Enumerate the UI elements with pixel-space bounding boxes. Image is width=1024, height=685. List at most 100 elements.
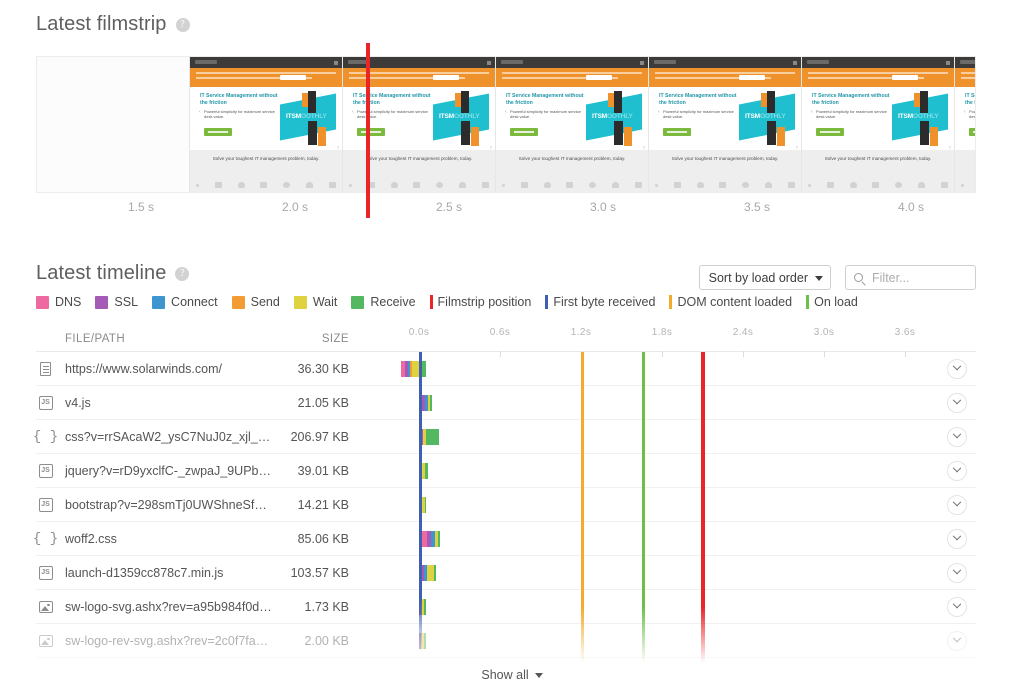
expand-row-button[interactable] bbox=[947, 426, 967, 447]
hero-headline: IT Service Management without the fricti… bbox=[353, 93, 431, 106]
filmstrip-frame[interactable] bbox=[37, 57, 190, 192]
table-header: FILE/PATH SIZE 0.0s 0.6s 1.2s 1.8s 2.4s 3.0s 3… bbox=[36, 326, 976, 357]
filmstrip-frame[interactable]: IT Service Management without the fricti… bbox=[649, 57, 802, 192]
legend-item: DOM content loaded bbox=[669, 295, 792, 309]
search-icon bbox=[854, 273, 863, 282]
expand-row-button[interactable] bbox=[947, 630, 967, 651]
legend-swatch bbox=[669, 295, 673, 309]
show-all-button[interactable]: Show all bbox=[0, 668, 1024, 682]
site-lower-section: Solve your toughest IT management proble… bbox=[496, 150, 648, 192]
filmstrip-axis-tick: 2.5 s bbox=[435, 200, 463, 214]
site-tagline: Solve your toughest IT management proble… bbox=[824, 156, 932, 161]
file-size-cell: 2.00 KB bbox=[304, 633, 349, 648]
waterfall-bar[interactable] bbox=[419, 395, 432, 411]
waterfall-bar[interactable] bbox=[419, 497, 426, 513]
waterfall-bar[interactable] bbox=[419, 531, 440, 547]
table-row[interactable]: JS bootstrap?v=298smTj0UWShneSfTIFJSsz… 14… bbox=[36, 488, 976, 522]
help-icon[interactable]: ? bbox=[175, 17, 190, 32]
site-navbar bbox=[190, 57, 342, 68]
waterfall-track bbox=[361, 420, 976, 453]
table-row[interactable]: sw-logo-rev-svg.ashx?rev=2c0f7fac37f345…… bbox=[36, 624, 976, 658]
timeline-controls: Sort by load order bbox=[698, 265, 976, 290]
hero-subhead: Powerful simplicity for maximum service … bbox=[969, 109, 976, 120]
filmstrip-strip[interactable]: IT Service Management without the fricti… bbox=[36, 56, 976, 193]
legend-item: DNS bbox=[36, 295, 81, 309]
waterfall-axis-tick: 1.8s bbox=[651, 327, 673, 338]
table-row[interactable]: JS v4.js 21.05 KB bbox=[36, 386, 976, 420]
filmstrip-frame[interactable]: IT Service Management without the fricti… bbox=[190, 57, 343, 192]
hero-artwork: ITSMOOTHLY bbox=[431, 89, 493, 149]
legend-item: Receive bbox=[351, 295, 416, 309]
waterfall-bar[interactable] bbox=[419, 565, 436, 581]
site-lower-section: Solve your toughest IT management proble… bbox=[802, 150, 954, 192]
legend-item: Filmstrip position bbox=[429, 295, 531, 309]
legend-label: Send bbox=[250, 295, 280, 309]
filmstrip-frame[interactable]: IT Service Management without the fricti… bbox=[802, 57, 955, 192]
legend-swatch bbox=[351, 295, 365, 309]
expand-row-button[interactable] bbox=[947, 392, 967, 413]
site-hero: IT Service Management without the fricti… bbox=[649, 87, 801, 151]
table-row[interactable]: https://www.solarwinds.com/36.30 KB bbox=[36, 352, 976, 386]
expand-row-button[interactable] bbox=[947, 358, 967, 379]
site-lower-section: Solve your toughest IT management proble… bbox=[190, 150, 342, 192]
waterfall-bar[interactable] bbox=[419, 429, 439, 445]
waterfall-axis-tick: 3.6s bbox=[894, 327, 916, 338]
help-icon[interactable]: ? bbox=[175, 266, 190, 281]
timeline-legend: DNS SSL Connect Send Wait Receive Filmstrip po… bbox=[36, 295, 872, 309]
waterfall-segment-dns bbox=[419, 531, 427, 547]
table-row[interactable]: JS launch-d1359cc878c7.min.js 103.57 KB bbox=[36, 556, 976, 590]
filmstrip-frame[interactable]: IT Service Management without the fricti… bbox=[496, 57, 649, 192]
legend-item: On load bbox=[806, 295, 858, 309]
hero-headline: IT Service Management without the fricti… bbox=[812, 93, 890, 106]
hero-cta-button bbox=[816, 128, 844, 136]
expand-row-button[interactable] bbox=[947, 528, 967, 549]
legend-item: Send bbox=[231, 295, 280, 309]
legend-item: SSL bbox=[95, 295, 138, 309]
site-banner bbox=[955, 68, 975, 87]
waterfall-bar[interactable] bbox=[419, 463, 428, 479]
waterfall-track bbox=[361, 386, 976, 419]
hero-artwork: ITSMOOTHLY bbox=[737, 89, 799, 149]
table-row[interactable]: JS jquery?v=rD9yxclfC-_zwpaJ_9UPbUY1Nia… 3… bbox=[36, 454, 976, 488]
file-path-cell: jquery?v=rD9yxclfC-_zwpaJ_9UPbUY1Nia… bbox=[65, 463, 273, 478]
waterfall-track bbox=[361, 624, 976, 657]
js-icon: JS bbox=[37, 564, 54, 582]
site-icon-row bbox=[961, 180, 975, 190]
expand-row-button[interactable] bbox=[947, 596, 967, 617]
timeline-heading: Latest timeline ? bbox=[36, 262, 190, 285]
filter-input[interactable] bbox=[870, 269, 975, 286]
hero-cta-button bbox=[969, 128, 975, 136]
image-icon bbox=[37, 598, 54, 616]
site-lower-section: Solve your toughest IT management proble… bbox=[955, 150, 975, 192]
expand-row-button[interactable] bbox=[947, 494, 967, 515]
file-size-cell: 206.97 KB bbox=[290, 429, 349, 444]
table-row[interactable]: { } woff2.css 85.06 KB bbox=[33, 522, 976, 556]
legend-label: Receive bbox=[370, 295, 416, 309]
expand-row-button[interactable] bbox=[947, 460, 967, 481]
timeline-title: Latest timeline bbox=[36, 262, 167, 284]
page-screenshot: IT Service Management without the fricti… bbox=[649, 57, 801, 192]
waterfall-bar[interactable] bbox=[419, 599, 426, 615]
table-row[interactable]: sw-logo-svg.ashx?rev=a95b984f0d3c4d4e… 1.… bbox=[36, 590, 976, 624]
legend-swatch bbox=[152, 295, 166, 309]
image-icon bbox=[37, 632, 54, 650]
sort-by-load-order-select[interactable]: Sort by load order bbox=[698, 265, 831, 290]
hero-artwork: ITSMOOTHLY bbox=[278, 89, 340, 149]
waterfall-axis-tick: 1.2s bbox=[570, 327, 592, 338]
filmstrip-axis-tick: 4.0 s bbox=[897, 200, 925, 214]
waterfall-track bbox=[361, 556, 976, 589]
hero-headline: IT Service Management without the fricti… bbox=[965, 93, 975, 106]
hero-subhead: Powerful simplicity for maximum service … bbox=[510, 109, 581, 120]
waterfall-segment-receive bbox=[424, 599, 426, 615]
waterfall-segment-receive bbox=[426, 429, 439, 445]
waterfall-bar[interactable] bbox=[419, 633, 426, 649]
site-tagline: Solve your toughest IT management proble… bbox=[212, 156, 320, 161]
filmstrip-position-marker[interactable] bbox=[366, 43, 370, 218]
waterfall-bar[interactable] bbox=[401, 361, 426, 377]
filter-input-wrapper[interactable] bbox=[845, 265, 976, 290]
site-tagline: Solve your toughest IT management proble… bbox=[955, 156, 975, 161]
filmstrip-frame[interactable]: IT Service Management without the fricti… bbox=[955, 57, 976, 192]
table-row[interactable]: { } css?v=rrSAcaW2_ysC7NuJ0z_xjl_wlLnl4fl… bbox=[33, 420, 976, 454]
page-root: Latest filmstrip ? IT Service Management… bbox=[0, 0, 1024, 685]
expand-row-button[interactable] bbox=[947, 562, 967, 583]
